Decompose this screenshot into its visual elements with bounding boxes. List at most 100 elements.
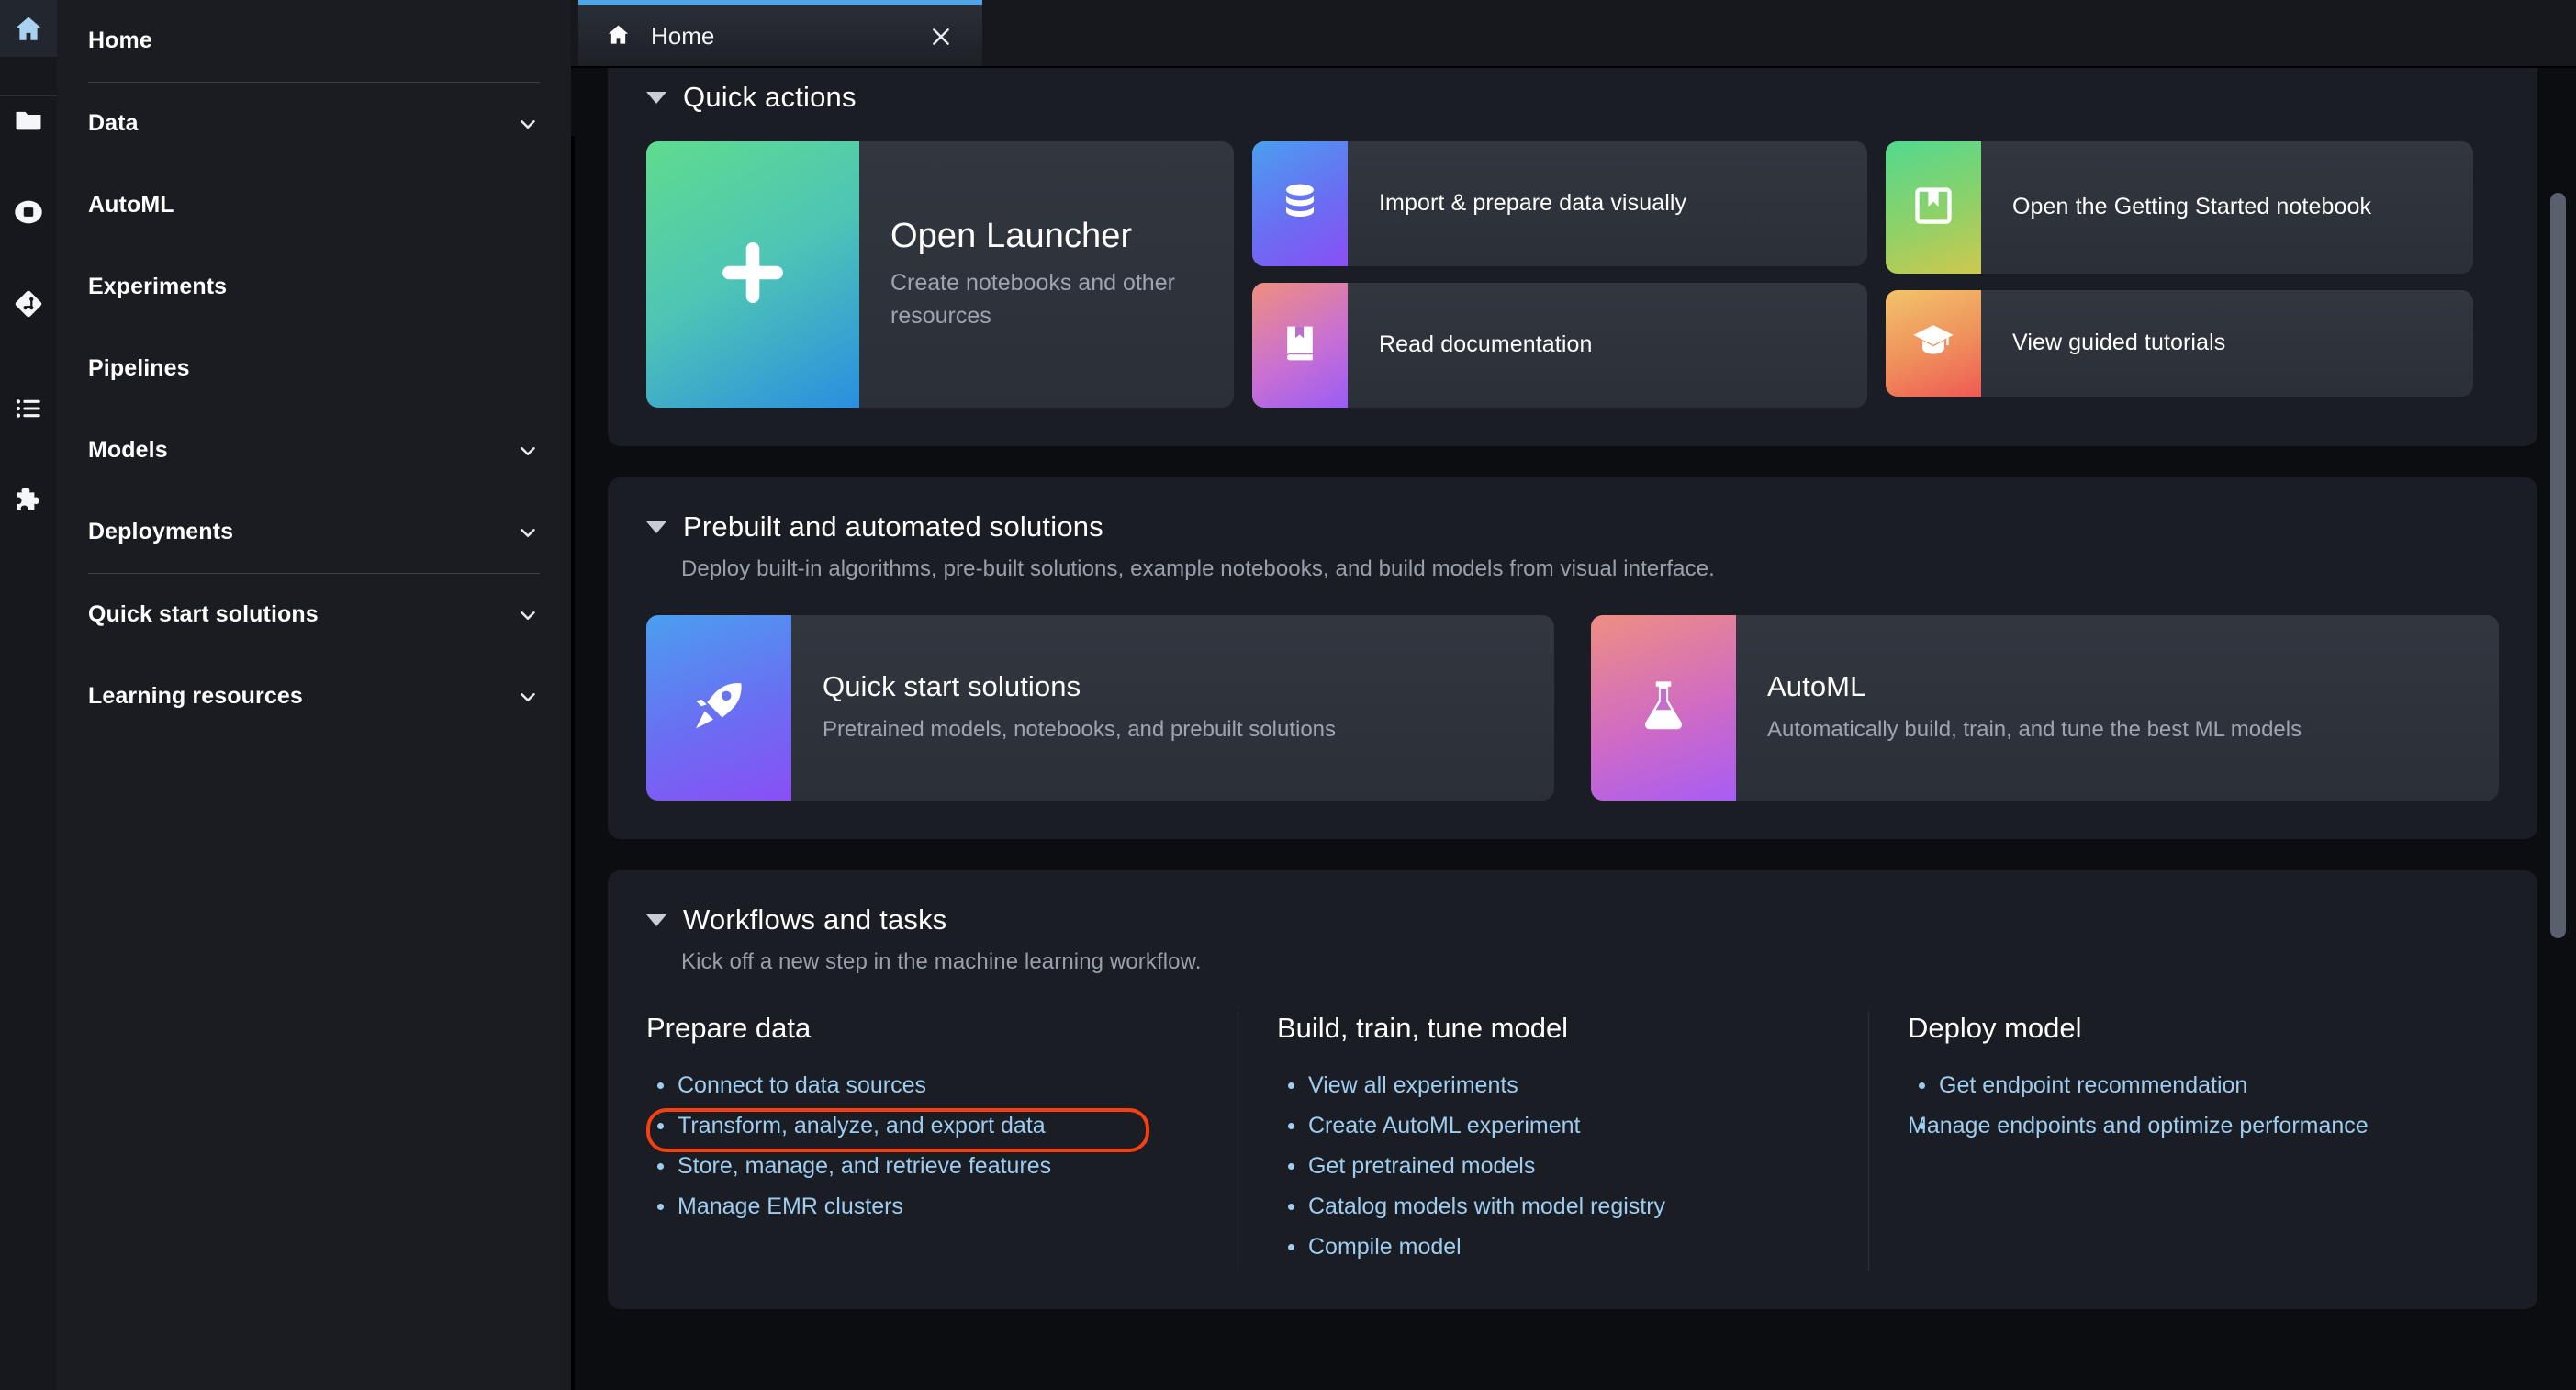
close-icon[interactable]: [925, 21, 957, 52]
card-body: View guided tutorials: [1981, 290, 2473, 397]
rail-item-extensions[interactable]: [0, 472, 57, 529]
card-open-launcher[interactable]: Open Launcher Create notebooks and other…: [646, 141, 1234, 408]
rail-item-running-terminals[interactable]: [0, 184, 57, 241]
sidebar-item-data[interactable]: Data: [88, 83, 540, 164]
home-icon: [606, 22, 631, 51]
list-item[interactable]: Catalog models with model registry: [1277, 1190, 1831, 1224]
section-title: Workflows and tasks: [683, 903, 947, 936]
card-tile: [646, 615, 791, 801]
sidebar-item-home[interactable]: Home: [88, 0, 540, 82]
workflow-link-list: View all experiments Create AutoML exper…: [1277, 1069, 1831, 1264]
vertical-scrollbar[interactable]: [2550, 193, 2566, 938]
sidebar-nav: Home Data AutoML Experiments Pipelines M…: [57, 0, 571, 1390]
section-title: Quick actions: [683, 81, 857, 113]
collapse-caret-icon[interactable]: [646, 914, 666, 926]
list-item[interactable]: Get endpoint recommendation: [1908, 1069, 2462, 1103]
card-description: Automatically build, train, and tune the…: [1767, 716, 2302, 742]
list-item[interactable]: View all experiments: [1277, 1069, 1831, 1103]
quick-actions-grid: Open Launcher Create notebooks and other…: [646, 141, 2499, 408]
card-description: Pretrained models, notebooks, and prebui…: [823, 716, 1337, 742]
extensions-icon: [13, 485, 44, 516]
card-title: Open Launcher: [890, 217, 1133, 255]
workflow-link: Transform, analyze, and export data: [678, 1113, 1046, 1138]
list-item[interactable]: Store, manage, and retrieve features: [646, 1149, 1201, 1183]
section-subtitle: Kick off a new step in the machine learn…: [681, 949, 1202, 974]
list-item[interactable]: Compile model: [1277, 1230, 1831, 1264]
card-tile: [1252, 283, 1348, 408]
card-body: Read documentation: [1348, 283, 1867, 408]
card-view-guided-tutorials[interactable]: View guided tutorials: [1886, 290, 2473, 397]
card-title: AutoML: [1767, 669, 1866, 702]
sidebar-item-quick-start-solutions[interactable]: Quick start solutions: [88, 574, 540, 656]
sidebar-item-pipelines[interactable]: Pipelines: [88, 328, 540, 409]
chevron-down-icon[interactable]: [516, 112, 540, 136]
card-automl[interactable]: AutoML Automatically build, train, and t…: [1591, 615, 2499, 801]
workflow-link: Create AutoML experiment: [1308, 1113, 1581, 1138]
tab-home[interactable]: Home: [578, 0, 982, 68]
card-tile: [1886, 141, 1981, 274]
sidebar-item-experiments[interactable]: Experiments: [88, 246, 540, 328]
workflow-link: Get pretrained models: [1308, 1153, 1536, 1179]
sidebar-item-models[interactable]: Models: [88, 409, 540, 491]
folder-icon: [13, 105, 44, 136]
rail-item-home[interactable]: [0, 0, 57, 57]
list-item[interactable]: Connect to data sources: [646, 1069, 1201, 1103]
quick-actions-header: Quick actions: [646, 81, 2499, 114]
chevron-down-icon[interactable]: [516, 685, 540, 709]
workflow-link: Connect to data sources: [678, 1072, 926, 1098]
quick-actions-column-left: Open Launcher Create notebooks and other…: [646, 141, 1234, 408]
chevron-down-icon[interactable]: [516, 439, 540, 463]
sidebar-item-learning-resources[interactable]: Learning resources: [88, 656, 540, 737]
card-import-prepare-data[interactable]: Import & prepare data visually: [1252, 141, 1867, 266]
sidebar-item-label: Learning resources: [88, 683, 303, 709]
workflows-header: Workflows and tasks: [646, 903, 2499, 936]
workflow-link: Manage EMR clusters: [678, 1194, 903, 1219]
rail-item-file-browser[interactable]: [0, 92, 57, 149]
git-icon: [13, 288, 44, 319]
workflow-column-build-train-tune: Build, train, tune model View all experi…: [1238, 1012, 1868, 1271]
list-item[interactable]: Get pretrained models: [1277, 1149, 1831, 1183]
list-item-highlighted[interactable]: Transform, analyze, and export data: [646, 1108, 1201, 1152]
card-quick-start-solutions[interactable]: Quick start solutions Pretrained models,…: [646, 615, 1554, 801]
quick-actions-section: Quick actions Open Launcher Create noteb…: [608, 68, 2537, 446]
activity-bar: [0, 0, 57, 1390]
sidebar-item-automl[interactable]: AutoML: [88, 164, 540, 246]
panel-left-edge: [571, 136, 575, 1390]
card-description: Create notebooks and other resources: [890, 270, 1175, 329]
workflow-column-deploy-model: Deploy model Get endpoint recommendation…: [1868, 1012, 2499, 1271]
column-title: Build, train, tune model: [1277, 1012, 1569, 1044]
rocket-icon: [688, 675, 750, 742]
card-tile: [1591, 615, 1736, 801]
workflow-link: Catalog models with model registry: [1308, 1194, 1666, 1219]
workflow-link: View all experiments: [1308, 1072, 1518, 1098]
chevron-down-icon[interactable]: [516, 603, 540, 627]
workflow-link: Get endpoint recommendation: [1939, 1072, 2248, 1098]
main-content-area: Home Quick actions Open Launcher Create …: [571, 0, 2576, 1390]
list-item[interactable]: Create AutoML experiment: [1277, 1109, 1831, 1143]
sidebar-item-label: Data: [88, 110, 139, 136]
tab-label: Home: [651, 22, 715, 50]
card-title: Quick start solutions: [823, 669, 1081, 702]
chevron-down-icon[interactable]: [516, 521, 540, 544]
card-tile: [1886, 290, 1981, 397]
collapse-caret-icon[interactable]: [646, 521, 666, 533]
list-item[interactable]: Manage endpoints and optimize performanc…: [1908, 1109, 2462, 1143]
card-getting-started-notebook[interactable]: Open the Getting Started notebook: [1886, 141, 2473, 274]
column-title: Prepare data: [646, 1012, 812, 1044]
quick-actions-column-middle: Import & prepare data visually Read docu…: [1252, 141, 1867, 408]
card-body: AutoML Automatically build, train, and t…: [1736, 615, 2499, 801]
card-tile: [1252, 141, 1348, 266]
list-item[interactable]: Manage EMR clusters: [646, 1190, 1201, 1224]
card-tile: [646, 141, 859, 408]
scroll-region: Quick actions Open Launcher Create noteb…: [571, 68, 2576, 1390]
home-icon: [13, 13, 44, 44]
rail-item-git[interactable]: [0, 275, 57, 332]
sidebar-item-deployments[interactable]: Deployments: [88, 491, 540, 573]
card-title: Read documentation: [1379, 331, 1593, 358]
collapse-caret-icon[interactable]: [646, 91, 666, 104]
sidebar-item-label: AutoML: [88, 192, 174, 218]
workflows-section: Workflows and tasks Kick off a new step …: [608, 870, 2537, 1309]
card-read-documentation[interactable]: Read documentation: [1252, 283, 1867, 408]
rail-item-table-of-contents[interactable]: [0, 380, 57, 437]
prebuilt-header: Prebuilt and automated solutions: [646, 510, 2499, 544]
